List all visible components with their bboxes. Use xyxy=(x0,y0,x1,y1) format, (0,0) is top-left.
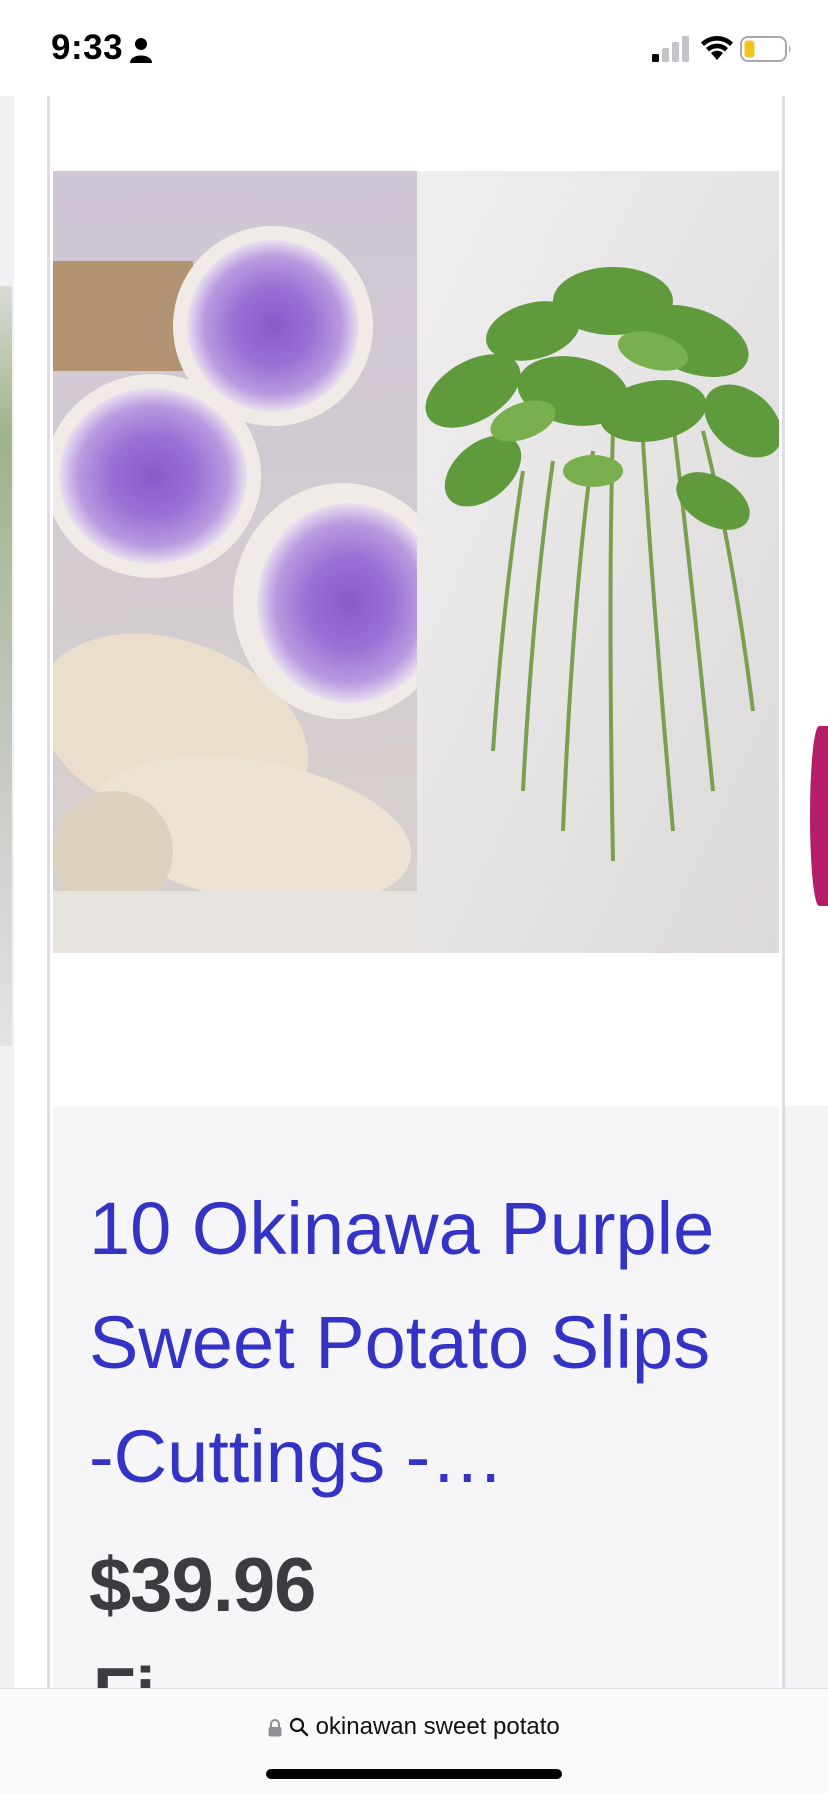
wifi-icon xyxy=(701,36,733,60)
product-price: $39.96 xyxy=(89,1543,316,1628)
cellular-signal-icon xyxy=(652,36,689,62)
next-product-card[interactable] xyxy=(778,96,828,1688)
person-icon xyxy=(130,38,152,63)
product-image[interactable] xyxy=(53,171,779,953)
url-bar[interactable]: okinawan sweet potato xyxy=(0,1688,828,1793)
home-indicator xyxy=(266,1769,562,1779)
product-info: 10 Okinawa Purple Sweet Potato Slips -Cu… xyxy=(53,1106,779,1688)
product-card[interactable]: 10 Okinawa Purple Sweet Potato Slips -Cu… xyxy=(47,96,785,1688)
next-product-image xyxy=(810,726,828,906)
product-next-line-fragment: Fi xyxy=(93,1652,155,1688)
url-query-text: okinawan sweet potato xyxy=(315,1713,560,1740)
previous-product-image xyxy=(0,286,12,1046)
battery-icon xyxy=(740,36,791,62)
status-time: 9:33 xyxy=(51,28,124,67)
url-field[interactable]: okinawan sweet potato xyxy=(0,1713,828,1741)
search-icon xyxy=(289,1717,309,1737)
lock-icon xyxy=(268,1719,282,1737)
status-bar: 9:33 xyxy=(0,0,828,96)
previous-product-card[interactable] xyxy=(0,96,14,1688)
product-title-link[interactable]: 10 Okinawa Purple Sweet Potato Slips -Cu… xyxy=(89,1172,749,1514)
next-product-info-bg xyxy=(778,1106,828,1688)
